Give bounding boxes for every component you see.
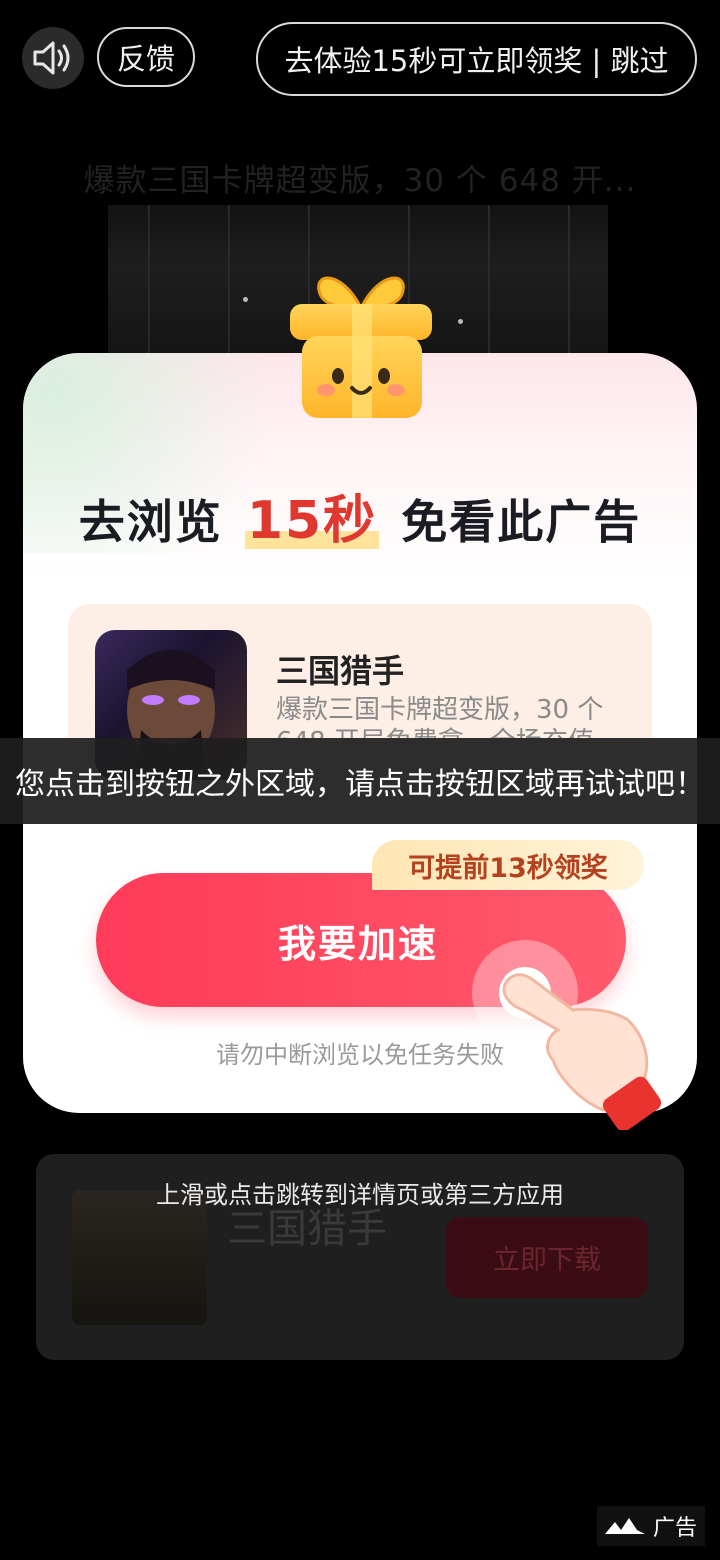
headline-suffix: 免看此广告 — [401, 495, 642, 549]
task-warning-note: 请勿中断浏览以免任务失败 — [216, 1041, 504, 1069]
swipe-hint: 上滑或点击跳转到详情页或第三方应用 — [156, 1181, 564, 1209]
app-description: 爆款三国卡牌超变版，30 个 648 开局免费拿，全场充值 — [276, 695, 604, 738]
sound-toggle-button[interactable] — [22, 27, 84, 89]
background-ad-title: 爆款三国卡牌超变版，30 个 648 开... — [83, 163, 637, 199]
ad-network-logo-icon — [604, 1518, 645, 1534]
speaker-icon — [33, 41, 70, 75]
modal-headline: 去浏览 15秒 免看此广告 — [0, 478, 720, 553]
feedback-button[interactable]: 反馈 — [97, 27, 195, 87]
headline-highlight: 15秒 — [241, 478, 383, 553]
toast-message: 您点击到按钮之外区域，请点击按钮区域再试试吧！ — [0, 738, 720, 824]
gift-box-icon — [290, 276, 432, 418]
bottom-ad-thumbnail[interactable] — [72, 1190, 207, 1325]
app-name: 三国猎手 — [276, 652, 405, 690]
ad-label: 广告 — [597, 1506, 705, 1546]
ad-label-text: 广告 — [652, 1516, 697, 1541]
skip-button[interactable]: 去体验15秒可立即领奖 | 跳过 — [256, 22, 697, 96]
headline-prefix: 去浏览 — [78, 495, 223, 549]
download-button[interactable]: 立即下载 — [446, 1217, 648, 1298]
early-reward-badge: 可提前13秒领奖 — [372, 840, 644, 890]
